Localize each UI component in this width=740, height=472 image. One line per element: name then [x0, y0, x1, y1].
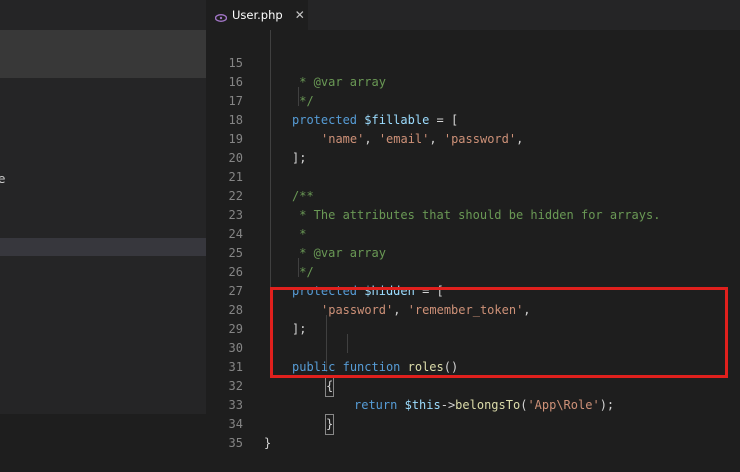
sidebar-section-header[interactable]: [0, 30, 206, 78]
code-line: 18 'name', 'email', 'password',: [206, 92, 740, 146]
code-line: 26 protected $hidden = [: [206, 244, 740, 298]
sidebar-selected-item[interactable]: [0, 238, 206, 256]
code-line: 17 protected $fillable = [: [206, 73, 740, 127]
code-line: 34 }: [206, 396, 740, 450]
code-line: 19 ];: [206, 111, 740, 165]
code-line: 20: [206, 130, 740, 165]
sidebar-item-label: e: [0, 172, 6, 186]
code-line: 35: [206, 415, 740, 450]
tab-bar: User.php ✕: [206, 0, 740, 30]
code-line: 21 /**: [206, 149, 740, 203]
code-line: 16 */: [206, 54, 740, 108]
code-line: 27 'password', 'remember_token',: [206, 263, 740, 317]
annotation-highlight-box: [270, 287, 728, 378]
code-line: 23 *: [206, 187, 740, 241]
php-file-icon: [214, 9, 228, 22]
tab-user-php[interactable]: User.php ✕: [206, 0, 308, 30]
code-line: 22 * The attributes that should be hidde…: [206, 168, 740, 222]
close-icon[interactable]: ✕: [295, 8, 305, 22]
explorer-sidebar: e: [0, 0, 206, 414]
code-line: 33 }: [206, 377, 740, 435]
code-text: }: [264, 436, 272, 450]
code-line: 25 */: [206, 225, 740, 279]
line-number: 35: [228, 436, 243, 450]
code-line: 15 * @var array: [206, 35, 740, 89]
tab-label: User.php: [232, 8, 283, 22]
code-line: 24 * @var array: [206, 206, 740, 260]
